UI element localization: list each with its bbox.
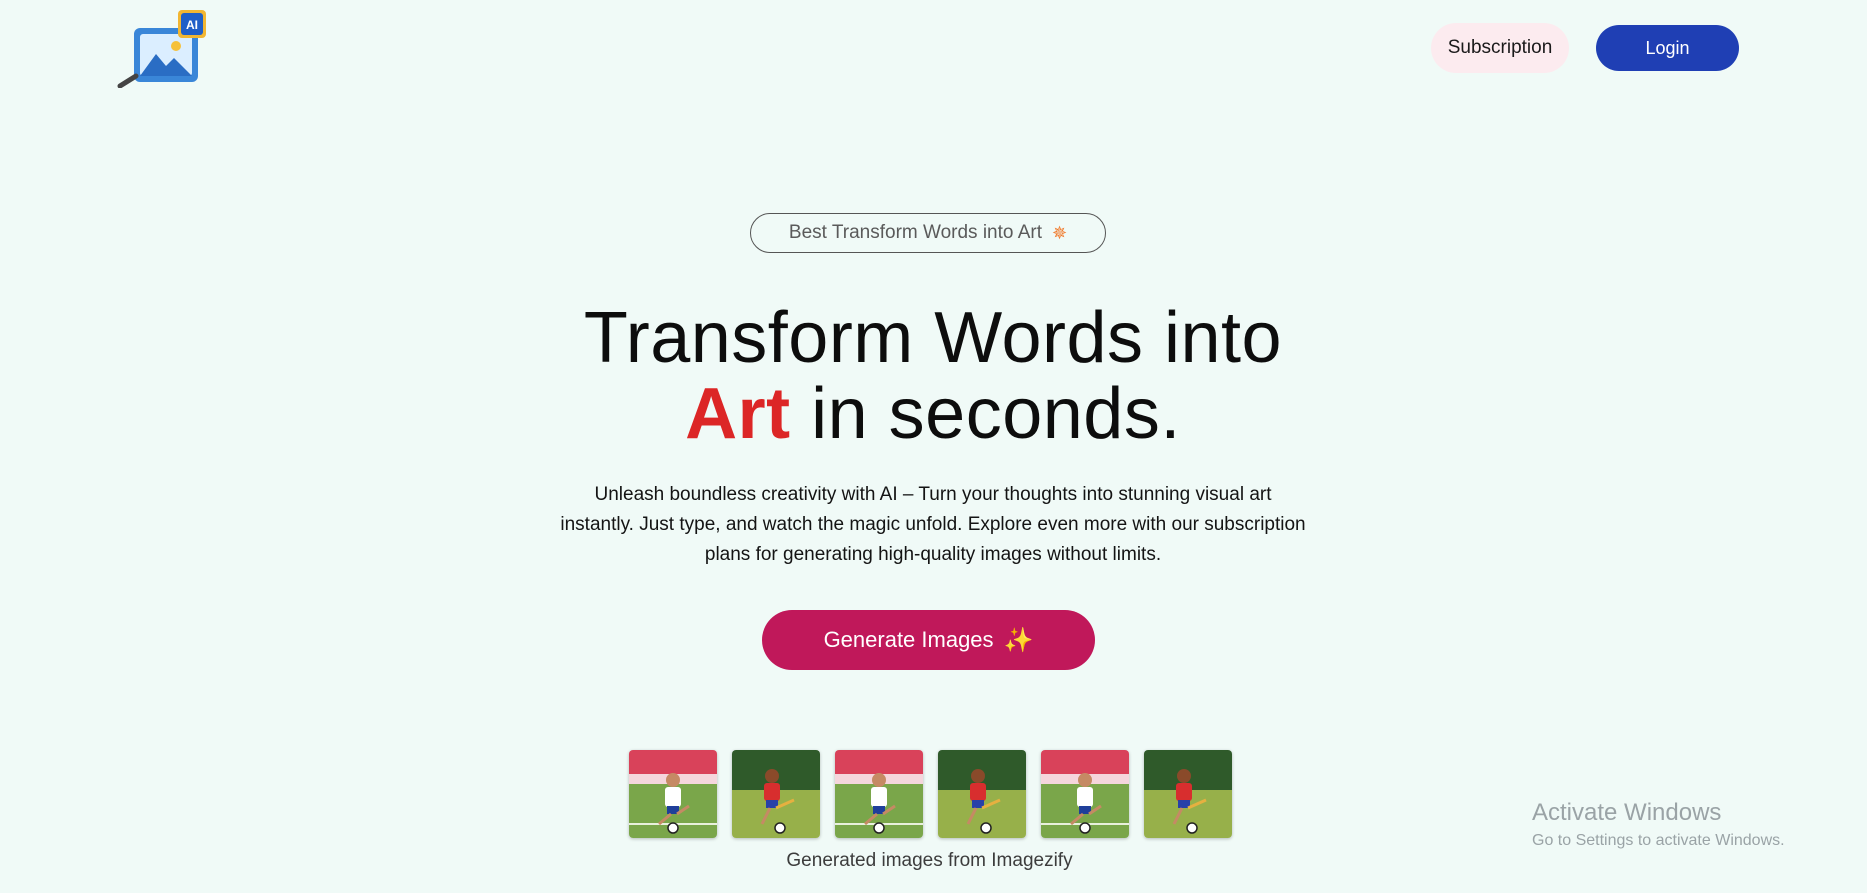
windows-activation-watermark: Activate Windows Go to Settings to activ… bbox=[1532, 798, 1785, 854]
hero-title-line2: in seconds. bbox=[790, 374, 1181, 454]
hero-description: Unleash boundless creativity with AI – T… bbox=[560, 484, 1306, 565]
gallery-image[interactable] bbox=[938, 750, 1026, 838]
gallery-image[interactable] bbox=[629, 750, 717, 838]
hero-title-accent: Art bbox=[685, 374, 791, 454]
star-icon: ✵ bbox=[1051, 222, 1068, 243]
generate-images-label: Generate Images bbox=[823, 627, 994, 652]
hero-badge: Best Transform Words into Art ✵ bbox=[750, 213, 1106, 253]
sparkles-icon: ✨ bbox=[1003, 626, 1034, 654]
generated-images-gallery bbox=[629, 750, 1232, 838]
imagezify-logo[interactable]: AI bbox=[116, 10, 220, 89]
gallery-caption: Generated images from Imagezify bbox=[786, 850, 1073, 871]
gallery-image[interactable] bbox=[835, 750, 923, 838]
hero-title: Transform Words into Art in seconds. bbox=[433, 300, 1433, 452]
login-button[interactable]: Login bbox=[1596, 25, 1739, 71]
generate-images-button[interactable]: Generate Images ✨ bbox=[762, 610, 1095, 670]
gallery-image[interactable] bbox=[1041, 750, 1129, 838]
hero-title-line1: Transform Words into bbox=[583, 298, 1283, 378]
watermark-title: Activate Windows bbox=[1532, 799, 1722, 826]
gallery-image[interactable] bbox=[732, 750, 820, 838]
subscription-button[interactable]: Subscription bbox=[1431, 23, 1569, 73]
hero-badge-label: Best Transform Words into Art bbox=[788, 222, 1042, 243]
watermark-subtitle: Go to Settings to activate Windows. bbox=[1532, 832, 1785, 849]
site-header: AI Subscription Login bbox=[0, 0, 1867, 100]
gallery-image[interactable] bbox=[1144, 750, 1232, 838]
logo-ai-badge: AI bbox=[186, 18, 198, 32]
